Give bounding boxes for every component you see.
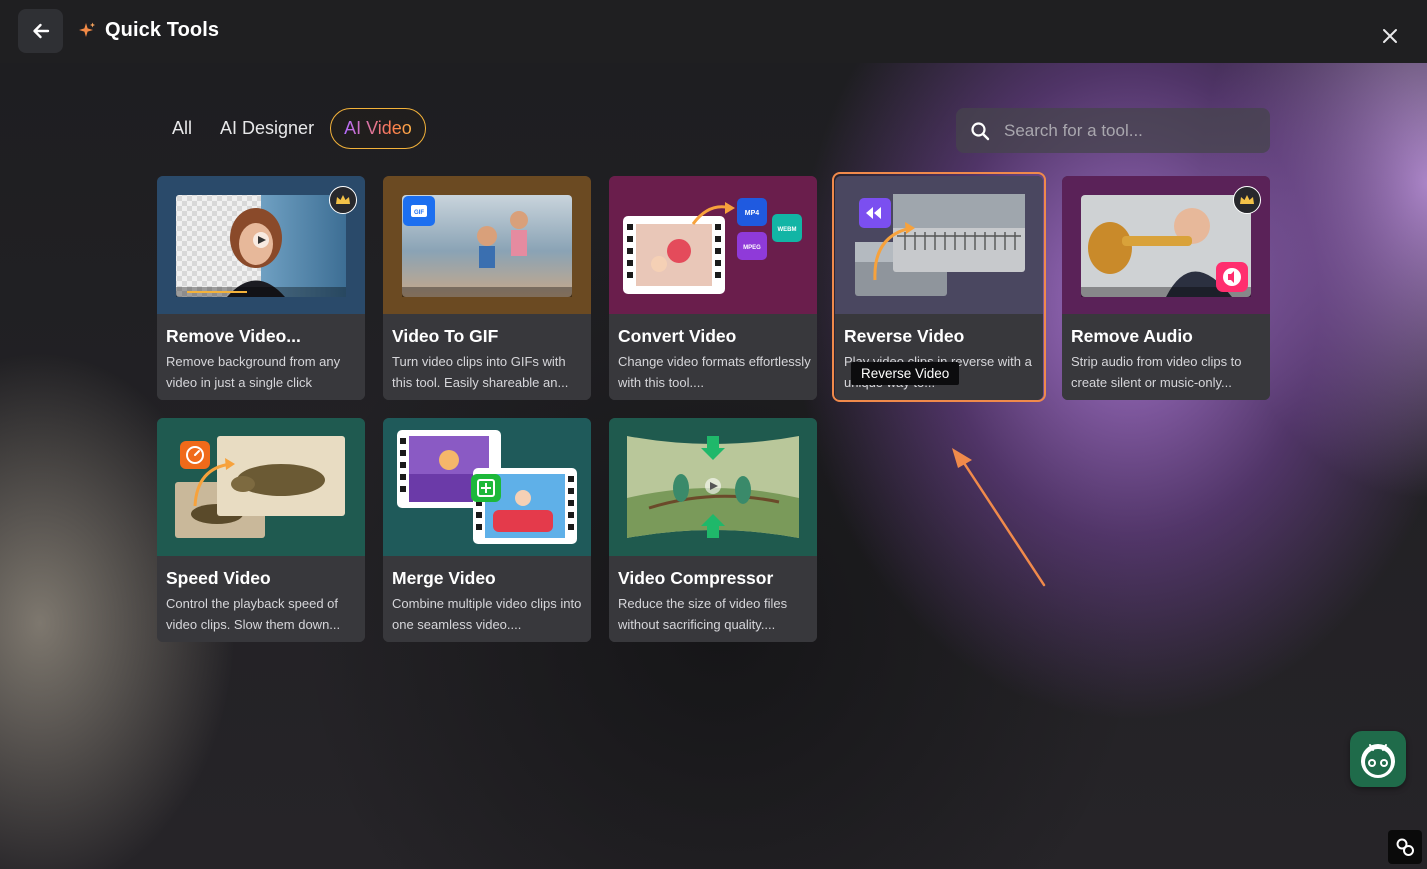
close-button[interactable] [1378, 24, 1402, 48]
card-thumbnail: MP4 WEBM MPEG [609, 176, 817, 314]
mpeg-badge-text: MPEG [743, 245, 761, 251]
tab-label: AI Designer [220, 118, 315, 138]
webm-badge-text: WEBM [778, 227, 797, 233]
tab-label: All [172, 118, 193, 138]
annotation-arrow-icon [952, 448, 1046, 587]
sparkle-icon [79, 22, 95, 37]
search-icon [971, 121, 990, 140]
card-description: Turn video clips into GIFs with this too… [392, 354, 569, 390]
card-body: Reverse Video Play video clips in revers… [835, 314, 1043, 400]
premium-crown-icon [329, 186, 357, 214]
premium-crown-icon [1233, 186, 1261, 214]
card-description: Strip audio from video clips to create s… [1071, 354, 1242, 390]
card-body: Remove Video... Remove background from a… [157, 314, 365, 400]
tool-card-convert-video[interactable]: MP4 WEBM MPEG Convert Video Change video… [609, 176, 817, 400]
assistant-bot-button[interactable] [1350, 731, 1406, 787]
video-to-gif-illustration: GIF [402, 195, 572, 297]
card-description: Control the playback speed of video clip… [166, 596, 341, 632]
back-button[interactable] [18, 9, 63, 53]
card-description: Remove background from any video in just… [166, 354, 341, 390]
tab-label: AI Video [344, 118, 412, 138]
tab-ai-video[interactable]: AI Video [330, 108, 426, 149]
close-icon [1383, 29, 1397, 43]
header-bar: Quick Tools [0, 0, 1427, 63]
arrow-left-icon [32, 23, 49, 39]
card-title: Video To GIF [392, 326, 499, 346]
card-body: Merge Video Combine multiple video clips… [383, 556, 591, 642]
tab-all[interactable]: All [160, 108, 204, 149]
card-body: Video To GIF Turn video clips into GIFs … [383, 314, 591, 400]
search-box[interactable] [956, 108, 1270, 153]
tab-ai-designer[interactable]: AI Designer [208, 108, 326, 149]
card-thumbnail [1062, 176, 1270, 314]
title-group: Quick Tools [77, 19, 219, 42]
card-thumbnail [157, 418, 365, 556]
card-body: Convert Video Change video formats effor… [609, 314, 817, 400]
gif-badge-text: GIF [414, 210, 424, 216]
card-title: Remove Video... [166, 326, 301, 346]
tool-card-video-to-gif[interactable]: GIF Video To GIF Turn video clips into G… [383, 176, 591, 400]
card-body: Remove Audio Strip audio from video clip… [1062, 314, 1270, 400]
card-title: Convert Video [618, 326, 737, 346]
card-description: Combine multiple video clips into one se… [392, 596, 582, 632]
link-icon [1396, 838, 1414, 856]
reverse-video-illustration [855, 194, 1025, 296]
card-thumbnail [157, 176, 365, 314]
card-body: Video Compressor Reduce the size of vide… [609, 556, 817, 642]
tool-card-merge-video[interactable]: Merge Video Combine multiple video clips… [383, 418, 591, 642]
card-thumbnail: GIF [383, 176, 591, 314]
tool-card-remove-video[interactable]: Remove Video... Remove background from a… [157, 176, 365, 400]
card-title: Speed Video [166, 568, 271, 588]
robot-icon [1361, 744, 1395, 778]
card-thumbnail [835, 176, 1043, 314]
card-thumbnail [383, 418, 591, 556]
link-settings-button[interactable] [1388, 830, 1422, 864]
search-input[interactable] [1002, 119, 1256, 142]
video-compressor-illustration [627, 436, 799, 538]
mp4-badge-text: MP4 [745, 210, 760, 217]
card-description: Change video formats effortlessly with t… [618, 354, 811, 390]
card-thumbnail [609, 418, 817, 556]
merge-video-illustration [397, 430, 577, 544]
page-title: Quick Tools [105, 19, 220, 41]
tool-card-remove-audio[interactable]: Remove Audio Strip audio from video clip… [1062, 176, 1270, 400]
category-tabs: All AI Designer AI Video [160, 108, 430, 149]
card-title: Video Compressor [618, 568, 774, 588]
card-description: Reduce the size of video files without s… [618, 596, 788, 632]
convert-video-illustration: MP4 WEBM MPEG [623, 198, 802, 294]
card-title: Remove Audio [1071, 326, 1193, 346]
card-title: Reverse Video [844, 326, 965, 346]
card-body: Speed Video Control the playback speed o… [157, 556, 365, 642]
tool-card-speed-video[interactable]: Speed Video Control the playback speed o… [157, 418, 365, 642]
tool-card-video-compressor[interactable]: Video Compressor Reduce the size of vide… [609, 418, 817, 642]
tooltip: Reverse Video [851, 362, 960, 385]
speed-video-illustration [175, 436, 345, 538]
card-title: Merge Video [392, 568, 496, 588]
